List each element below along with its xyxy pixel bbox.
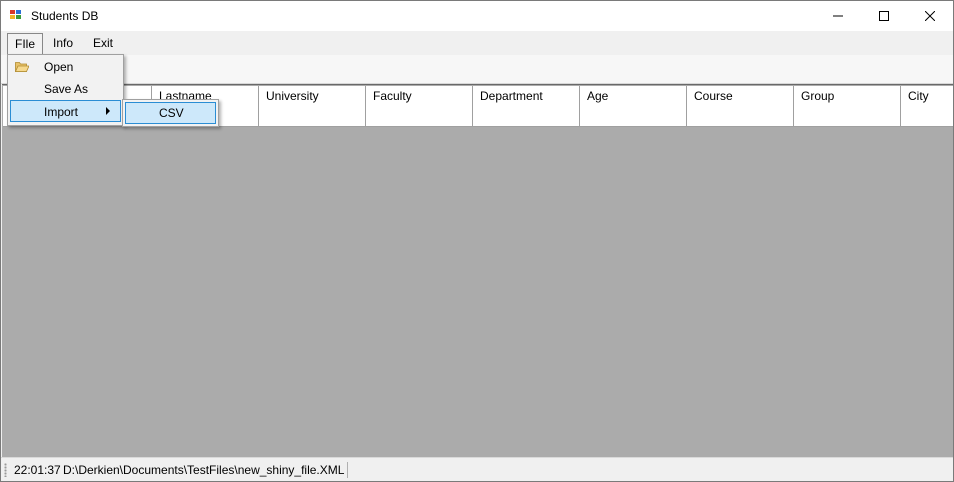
column-header-group[interactable]: Group (794, 86, 901, 107)
title-bar[interactable]: Students DB (1, 1, 953, 31)
menu-item-csv-label: CSV (159, 106, 184, 120)
column-header-department[interactable]: Department (473, 86, 580, 107)
status-bar: 22:01:37 D:\Derkien\Documents\TestFiles\… (1, 457, 953, 481)
column-header-course[interactable]: Course (687, 86, 794, 107)
grid-cell[interactable] (580, 106, 687, 127)
grid-cell[interactable] (901, 106, 953, 127)
status-file-path: D:\Derkien\Documents\TestFiles\new_shiny… (63, 463, 345, 477)
menu-item-open-label: Open (44, 60, 74, 74)
menu-item-open[interactable]: Open (10, 56, 121, 78)
column-header-city[interactable]: City (901, 86, 953, 107)
column-header-age[interactable]: Age (580, 86, 687, 107)
status-time: 22:01:37 (14, 463, 61, 477)
menu-item-save-as[interactable]: Save As (10, 78, 121, 100)
menu-item-import-label: Import (44, 105, 79, 119)
import-submenu: CSV (122, 99, 219, 127)
menu-bar: FIle Info Exit (1, 31, 953, 56)
app-icon (10, 10, 23, 21)
grid-cell[interactable] (259, 106, 366, 127)
window-title: Students DB (31, 9, 99, 23)
menu-info[interactable]: Info (46, 33, 80, 54)
grid-cell[interactable] (687, 106, 794, 127)
menu-item-csv[interactable]: CSV (125, 102, 216, 124)
menu-item-import[interactable]: Import (10, 100, 121, 122)
submenu-arrow-icon (106, 107, 110, 115)
grip-icon (4, 463, 7, 477)
close-button[interactable] (907, 1, 953, 31)
menu-item-save-as-label: Save As (44, 82, 89, 96)
grid-cell[interactable] (794, 106, 901, 127)
column-header-university[interactable]: University (259, 86, 366, 107)
minimize-button[interactable] (815, 1, 861, 31)
tool-strip (1, 55, 953, 84)
minimize-icon (833, 15, 843, 17)
file-dropdown-menu: Open Save As Import (7, 54, 124, 126)
column-header-faculty[interactable]: Faculty (366, 86, 473, 107)
maximize-button[interactable] (861, 1, 907, 31)
app-window: Students DB FIle Info Exit Lastname Univ… (0, 0, 954, 482)
students-grid[interactable]: Lastname University Faculty Department A… (2, 84, 953, 457)
menu-exit[interactable]: Exit (86, 33, 120, 54)
menu-file[interactable]: FIle (7, 33, 44, 56)
folder-open-icon (15, 62, 29, 72)
grid-cell[interactable] (366, 106, 473, 127)
status-separator (347, 462, 348, 478)
maximize-icon (879, 11, 889, 21)
close-icon (925, 11, 935, 21)
grid-cell[interactable] (473, 106, 580, 127)
